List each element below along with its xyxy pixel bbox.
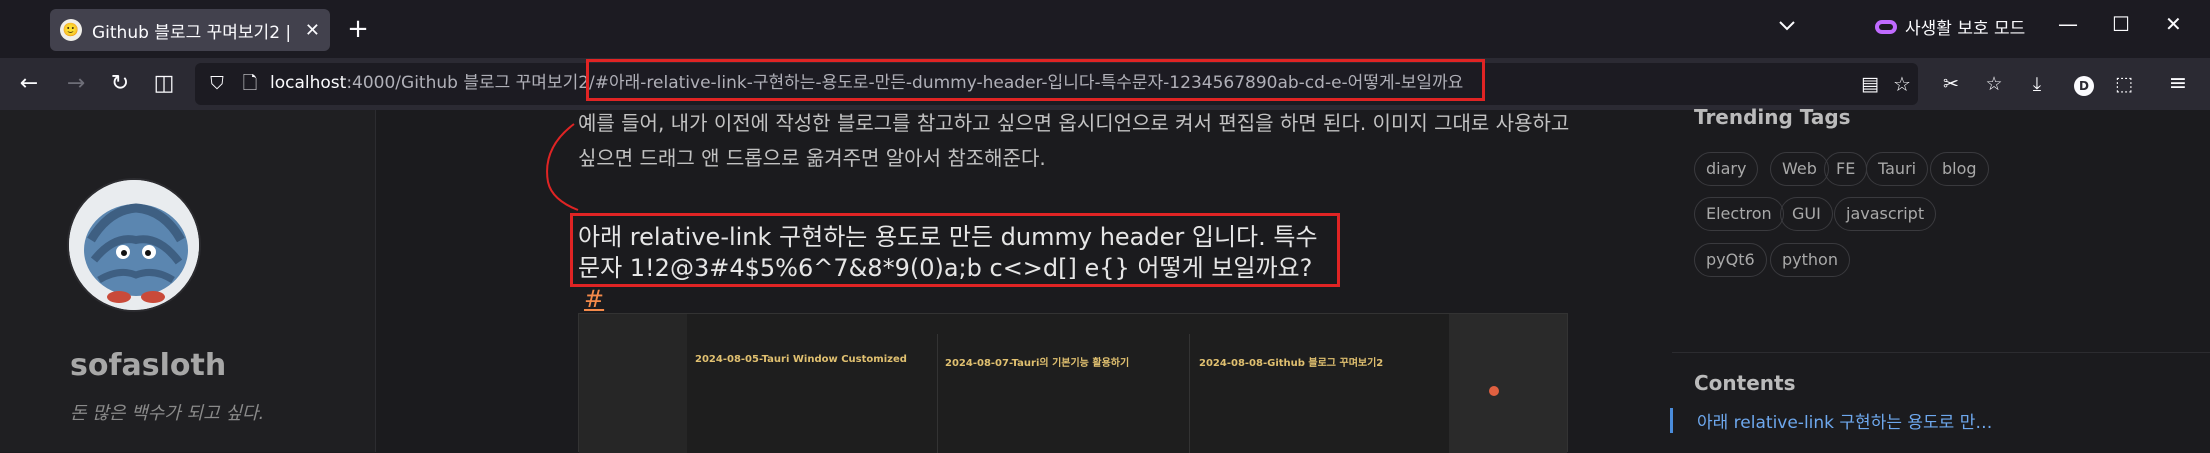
close-window-icon[interactable]: ✕	[2165, 12, 2182, 36]
tag-fe[interactable]: FE	[1824, 152, 1868, 186]
avatar[interactable]	[67, 178, 201, 312]
tag-diary[interactable]: diary	[1694, 152, 1759, 186]
tag-python[interactable]: python	[1770, 243, 1850, 277]
contents-title: Contents	[1694, 371, 1796, 395]
embedded-obsidian-screenshot: 2024-08-05-Tauri Window Customized 2024-…	[578, 313, 1568, 453]
tag-web[interactable]: Web	[1770, 152, 1829, 186]
panel-divider	[1672, 352, 2210, 353]
private-mode-label: 사생활 보호 모드	[1905, 19, 2026, 39]
page-icon: 🗋	[242, 73, 258, 94]
site-subtitle: 돈 많은 백수가 되고 싶다.	[70, 403, 265, 424]
browser-tab[interactable]: 🙂 Github 블로그 꾸며보기2 | sof ✕	[50, 9, 330, 51]
menu-icon[interactable]: ≡	[2164, 70, 2192, 98]
profile-icon[interactable]: D	[2070, 70, 2098, 98]
screenshot-file-tree	[579, 314, 687, 453]
tag-pyqt6[interactable]: pyQt6	[1694, 243, 1767, 277]
downloads-icon[interactable]: ⤓	[2023, 70, 2051, 98]
tag-javascript[interactable]: javascript	[1834, 197, 1937, 231]
minimize-icon[interactable]: —	[2058, 12, 2078, 36]
tag-electron[interactable]: Electron	[1694, 197, 1784, 231]
sidebar-toggle-icon[interactable]: ◫	[150, 70, 178, 98]
screenshot-title-1: 2024-08-05-Tauri Window Customized	[695, 354, 907, 365]
bookmark-star-icon[interactable]: ☆	[1888, 70, 1916, 98]
private-mode-indicator: 사생활 보호 모드	[1875, 14, 2025, 39]
screenshot-editor: 2024-08-05-Tauri Window Customized 2024-…	[687, 314, 1527, 453]
favicon-icon: 🙂	[60, 19, 82, 41]
toc-item[interactable]: 아래 relative-link 구현하는 용도로 만…	[1670, 408, 1992, 433]
screenshot-graph-pane	[1449, 314, 1567, 453]
post-paragraph: 예를 들어, 내가 이전에 작성한 블로그를 참고하고 싶으면 옵시디언으로 켜…	[578, 111, 1570, 170]
puzzle-icon[interactable]: ⬚	[2110, 70, 2138, 98]
extension-icon[interactable]: ✂	[1937, 70, 1965, 98]
tag-tauri[interactable]: Tauri	[1866, 152, 1929, 186]
site-title[interactable]: sofasloth	[70, 348, 226, 383]
list-all-tabs-icon[interactable]	[1776, 14, 1798, 41]
screenshot-title-3: 2024-08-08-Github 블로그 꾸며보기2	[1199, 358, 1384, 369]
maximize-icon[interactable]: ☐	[2112, 12, 2130, 36]
back-icon[interactable]: ←	[15, 70, 43, 98]
bookmarks-icon[interactable]: ☆	[1980, 70, 2008, 98]
reader-view-icon[interactable]: ▤	[1856, 70, 1884, 98]
tag-gui[interactable]: GUI	[1780, 197, 1833, 231]
reload-icon[interactable]: ↻	[106, 70, 134, 98]
close-tab-icon[interactable]: ✕	[305, 20, 320, 41]
heading-highlight-box	[570, 213, 1340, 287]
url-highlight-box	[586, 59, 1485, 101]
screenshot-title-2: 2024-08-07-Tauri의 기본기능 활용하기	[945, 358, 1130, 369]
new-tab-button[interactable]: +	[340, 12, 376, 48]
trending-tags-title: Trending Tags	[1694, 105, 1851, 129]
shield-icon[interactable]: ⛉	[203, 70, 231, 98]
tag-blog[interactable]: blog	[1930, 152, 1989, 186]
heading-anchor-link[interactable]: #	[584, 285, 604, 313]
private-mask-icon	[1875, 19, 1897, 34]
tab-strip: 🙂 Github 블로그 꾸며보기2 | sof ✕ + 사생활 보호 모드 —…	[0, 0, 2210, 58]
tab-title: Github 블로그 꾸며보기2 | sof	[92, 22, 297, 43]
forward-icon[interactable]: →	[62, 70, 90, 98]
